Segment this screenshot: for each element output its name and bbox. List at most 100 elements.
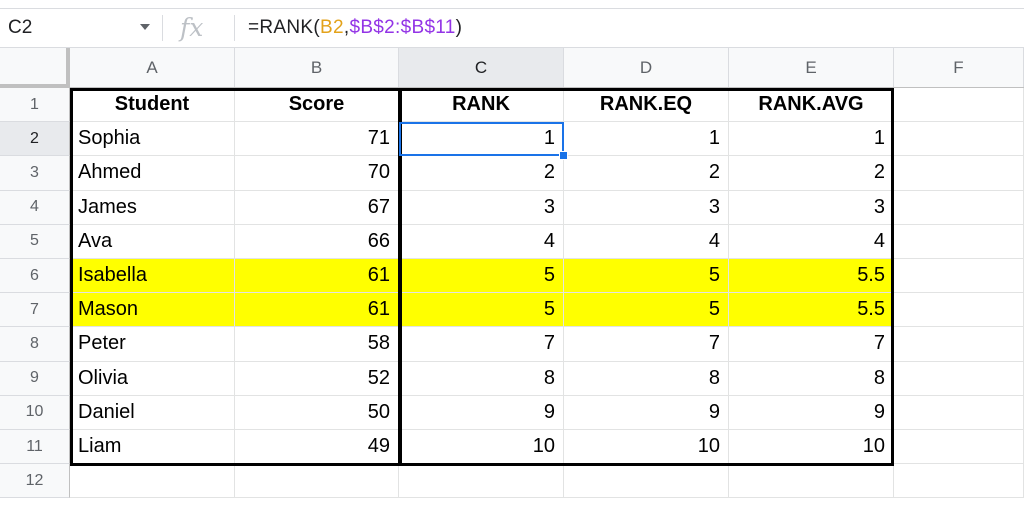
cell-b3[interactable]: 70 bbox=[235, 156, 399, 191]
cell-b8[interactable]: 58 bbox=[235, 327, 399, 362]
cell-d12[interactable] bbox=[564, 464, 729, 499]
fx-icon: fx bbox=[180, 13, 204, 42]
cell-b9[interactable]: 52 bbox=[235, 361, 399, 396]
cell-a6[interactable]: Isabella bbox=[70, 259, 235, 294]
cell-a5[interactable]: Ava bbox=[70, 224, 235, 259]
cell-b12[interactable] bbox=[235, 464, 399, 499]
cell-c3[interactable]: 2 bbox=[399, 156, 564, 191]
cell-a11[interactable]: Liam bbox=[70, 430, 235, 465]
cell-f4[interactable] bbox=[894, 190, 1024, 225]
cell-c4[interactable]: 3 bbox=[399, 190, 564, 225]
row-header-7[interactable]: 7 bbox=[0, 293, 70, 328]
cell-f11[interactable] bbox=[894, 430, 1024, 465]
cell-a10[interactable]: Daniel bbox=[70, 395, 235, 430]
cell-e5[interactable]: 4 bbox=[729, 224, 894, 259]
formula-bar-divider bbox=[162, 15, 163, 41]
cell-c8[interactable]: 7 bbox=[399, 327, 564, 362]
cell-e8[interactable]: 7 bbox=[729, 327, 894, 362]
cell-e1[interactable]: RANK.AVG bbox=[729, 88, 894, 123]
row-header-6[interactable]: 6 bbox=[0, 259, 70, 294]
formula-ref-range: $B$2:$B$11 bbox=[349, 17, 456, 38]
formula-input[interactable]: =RANK(B2, $B$2:$B$11) bbox=[248, 9, 462, 47]
cell-a4[interactable]: James bbox=[70, 190, 235, 225]
cell-d11[interactable]: 10 bbox=[564, 430, 729, 465]
row-header-2[interactable]: 2 bbox=[0, 122, 70, 157]
cell-a8[interactable]: Peter bbox=[70, 327, 235, 362]
cell-e3[interactable]: 2 bbox=[729, 156, 894, 191]
column-header-b[interactable]: B bbox=[235, 48, 399, 87]
cell-f1[interactable] bbox=[894, 88, 1024, 123]
cell-c2[interactable]: 1 bbox=[399, 122, 564, 157]
cell-f9[interactable] bbox=[894, 361, 1024, 396]
cell-c9[interactable]: 8 bbox=[399, 361, 564, 396]
select-all-corner[interactable] bbox=[0, 48, 70, 88]
cell-d2[interactable]: 1 bbox=[564, 122, 729, 157]
cell-c7[interactable]: 5 bbox=[399, 293, 564, 328]
cell-c6[interactable]: 5 bbox=[399, 259, 564, 294]
cell-a7[interactable]: Mason bbox=[70, 293, 235, 328]
row-header-3[interactable]: 3 bbox=[0, 156, 70, 191]
cell-a12[interactable] bbox=[70, 464, 235, 499]
cell-e4[interactable]: 3 bbox=[729, 190, 894, 225]
row-header-9[interactable]: 9 bbox=[0, 361, 70, 396]
cell-a1[interactable]: Student bbox=[70, 88, 235, 123]
row-header-4[interactable]: 4 bbox=[0, 190, 70, 225]
cell-a9[interactable]: Olivia bbox=[70, 361, 235, 396]
cell-f3[interactable] bbox=[894, 156, 1024, 191]
cell-c1[interactable]: RANK bbox=[399, 88, 564, 123]
cell-d6[interactable]: 5 bbox=[564, 259, 729, 294]
cell-f7[interactable] bbox=[894, 293, 1024, 328]
row-header-10[interactable]: 10 bbox=[0, 395, 70, 430]
cell-b6[interactable]: 61 bbox=[235, 259, 399, 294]
cell-b5[interactable]: 66 bbox=[235, 224, 399, 259]
column-header-e[interactable]: E bbox=[729, 48, 894, 87]
cell-d9[interactable]: 8 bbox=[564, 361, 729, 396]
name-box[interactable]: C2 bbox=[0, 9, 162, 47]
cell-a3[interactable]: Ahmed bbox=[70, 156, 235, 191]
cell-d4[interactable]: 3 bbox=[564, 190, 729, 225]
cell-b2[interactable]: 71 bbox=[235, 122, 399, 157]
cell-c5[interactable]: 4 bbox=[399, 224, 564, 259]
cell-a2[interactable]: Sophia bbox=[70, 122, 235, 157]
cell-e6[interactable]: 5.5 bbox=[729, 259, 894, 294]
cell-b10[interactable]: 50 bbox=[235, 395, 399, 430]
cell-b1[interactable]: Score bbox=[235, 88, 399, 123]
row-header-5[interactable]: 5 bbox=[0, 224, 70, 259]
cell-e2[interactable]: 1 bbox=[729, 122, 894, 157]
cell-b7[interactable]: 61 bbox=[235, 293, 399, 328]
cell-f12[interactable] bbox=[894, 464, 1024, 499]
cell-e10[interactable]: 9 bbox=[729, 395, 894, 430]
cell-d7[interactable]: 5 bbox=[564, 293, 729, 328]
cell-e12[interactable] bbox=[729, 464, 894, 499]
cell-b4[interactable]: 67 bbox=[235, 190, 399, 225]
formula-bar: C2 fx =RANK(B2, $B$2:$B$11) bbox=[0, 8, 1024, 48]
cell-d3[interactable]: 2 bbox=[564, 156, 729, 191]
column-header-d[interactable]: D bbox=[564, 48, 729, 87]
cell-f6[interactable] bbox=[894, 259, 1024, 294]
column-header-a[interactable]: A bbox=[70, 48, 235, 87]
cell-d8[interactable]: 7 bbox=[564, 327, 729, 362]
cell-c12[interactable] bbox=[399, 464, 564, 499]
cell-e11[interactable]: 10 bbox=[729, 430, 894, 465]
row-header-8[interactable]: 8 bbox=[0, 327, 70, 362]
chevron-down-icon[interactable] bbox=[140, 24, 150, 30]
cell-f8[interactable] bbox=[894, 327, 1024, 362]
cell-f10[interactable] bbox=[894, 395, 1024, 430]
column-header-f[interactable]: F bbox=[894, 48, 1024, 87]
row-header-11[interactable]: 11 bbox=[0, 430, 70, 465]
row-header-1[interactable]: 1 bbox=[0, 88, 70, 123]
cell-c11[interactable]: 10 bbox=[399, 430, 564, 465]
cell-f2[interactable] bbox=[894, 122, 1024, 157]
cell-d1[interactable]: RANK.EQ bbox=[564, 88, 729, 123]
cell-b11[interactable]: 49 bbox=[235, 430, 399, 465]
cell-e7[interactable]: 5.5 bbox=[729, 293, 894, 328]
cell-e9[interactable]: 8 bbox=[729, 361, 894, 396]
row-header-12[interactable]: 12 bbox=[0, 464, 70, 499]
cell-c10[interactable]: 9 bbox=[399, 395, 564, 430]
cell-f5[interactable] bbox=[894, 224, 1024, 259]
cell-d5[interactable]: 4 bbox=[564, 224, 729, 259]
column-header-c[interactable]: C bbox=[399, 48, 564, 87]
fill-handle[interactable] bbox=[559, 151, 568, 161]
name-box-value: C2 bbox=[8, 17, 33, 38]
cell-d10[interactable]: 9 bbox=[564, 395, 729, 430]
